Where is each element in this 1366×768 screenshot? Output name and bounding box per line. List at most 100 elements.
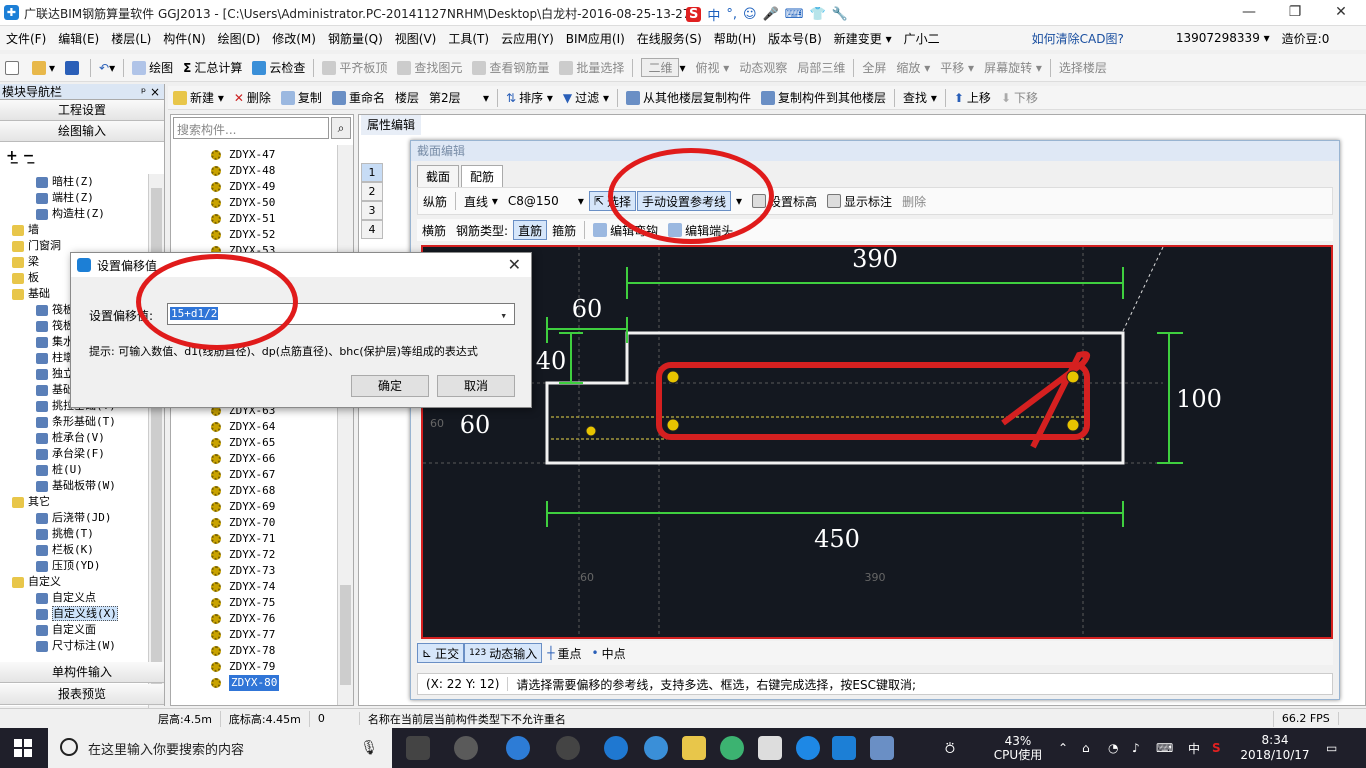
delete-component-button[interactable]: ✕ 删除	[229, 86, 276, 110]
report-preview-button[interactable]: 报表预览	[0, 684, 164, 705]
list-item[interactable]: ZDYX-64	[211, 419, 341, 435]
ime-item[interactable]: ⌨	[785, 7, 804, 22]
help-link[interactable]: 如何清除CAD图?	[1026, 30, 1130, 47]
close-button[interactable]: ✕	[1318, 0, 1364, 26]
ime-item[interactable]: 🎤	[763, 7, 779, 22]
volume-icon[interactable]: ♪	[1132, 728, 1140, 768]
single-component-button[interactable]: 单构件输入	[0, 662, 164, 683]
pan-button[interactable]: 平移 ▾	[935, 56, 979, 80]
save-button[interactable]	[60, 56, 87, 80]
tree-item[interactable]: 桩(U)	[0, 462, 148, 478]
local-3d-button[interactable]: 局部三维	[792, 56, 850, 80]
tree-item[interactable]: 后浇带(JD)	[0, 510, 148, 526]
list-item[interactable]: ZDYX-52	[211, 227, 341, 243]
filter-button[interactable]: ▼ 过滤 ▾	[558, 86, 614, 110]
list-item[interactable]: ZDYX-71	[211, 531, 341, 547]
find-element-button[interactable]: 查找图元	[392, 56, 467, 80]
open-button[interactable]: ▾	[27, 56, 60, 80]
file-explorer-icon[interactable]	[682, 736, 706, 760]
view-mode-select[interactable]: 二维 ▾	[636, 56, 690, 80]
ime-item[interactable]: °,	[726, 7, 737, 22]
list-item[interactable]: ZDYX-77	[211, 627, 341, 643]
menu-tools[interactable]: 工具(T)	[442, 30, 495, 47]
prop-row[interactable]: 2	[361, 182, 383, 201]
tree-item[interactable]: 自定义线(X)	[0, 606, 148, 622]
list-item[interactable]: ZDYX-69	[211, 499, 341, 515]
microphone-icon[interactable]: 🎙	[360, 740, 378, 756]
ime-item[interactable]: ☺	[743, 7, 757, 22]
draw-button[interactable]: 绘图	[127, 56, 178, 80]
select-floor-button[interactable]: 选择楼层	[1054, 56, 1112, 80]
project-settings-button[interactable]: 工程设置	[0, 100, 164, 121]
align-slab-button[interactable]: 平齐板顶	[317, 56, 392, 80]
list-item[interactable]: ZDYX-70	[211, 515, 341, 531]
fan-app-icon[interactable]	[454, 736, 478, 760]
expand-all-icon[interactable]: +̲ −̲	[6, 148, 34, 164]
move-up-button[interactable]: ⬆ 上移	[949, 86, 996, 110]
menu-cloud[interactable]: 云应用(Y)	[495, 30, 560, 47]
chevron-down-icon[interactable]: ▾	[499, 309, 508, 322]
search-icon[interactable]: ⌕	[331, 117, 351, 139]
straight-rebar-button[interactable]: 直筋	[513, 220, 548, 240]
sogou-icon[interactable]: S	[686, 6, 702, 22]
tree-item[interactable]: 暗柱(Z)	[0, 174, 148, 190]
tree-item[interactable]: 承台梁(F)	[0, 446, 148, 462]
batch-select-button[interactable]: 批量选择	[554, 56, 629, 80]
tree-item[interactable]: 条形基础(T)	[0, 414, 148, 430]
ok-button[interactable]: 确定	[351, 375, 429, 397]
list-item[interactable]: ZDYX-49	[211, 179, 341, 195]
app-icon[interactable]	[720, 736, 744, 760]
clock[interactable]: 8:34 2018/10/17	[1240, 728, 1310, 768]
list-item[interactable]: ZDYX-67	[211, 467, 341, 483]
tree-item[interactable]: 挑檐(T)	[0, 526, 148, 542]
tray-chevron-icon[interactable]: ⌃	[1058, 728, 1068, 768]
list-item[interactable]: ZDYX-75	[211, 595, 341, 611]
copy-component-button[interactable]: 复制	[276, 86, 327, 110]
drawing-input-button[interactable]: 绘图输入	[0, 121, 164, 142]
sort-button[interactable]: ⇅ 排序 ▾	[501, 86, 558, 110]
wifi-icon[interactable]: ◔	[1108, 728, 1118, 768]
tree-item[interactable]: 基础板带(W)	[0, 478, 148, 494]
minimize-button[interactable]: —	[1226, 0, 1272, 26]
list-item[interactable]: ZDYX-72	[211, 547, 341, 563]
copy-from-floor-button[interactable]: 从其他楼层复制构件	[621, 86, 756, 110]
rotate-button[interactable]: 屏幕旋转 ▾	[979, 56, 1047, 80]
snap-center-button[interactable]: • 中点	[587, 641, 631, 665]
ie-browser-icon[interactable]	[506, 736, 530, 760]
menu-guangxiaoer[interactable]: 广小二	[898, 30, 946, 47]
view-rebar-button[interactable]: 查看钢筋量	[467, 56, 554, 80]
taskbar-search-input[interactable]: 在这里输入你要搜索的内容 🎙	[48, 728, 392, 768]
menu-new-change[interactable]: 新建变更 ▾	[828, 30, 898, 47]
menu-component[interactable]: 构件(N)	[157, 30, 211, 47]
list-item[interactable]: ZDYX-73	[211, 563, 341, 579]
menu-draw[interactable]: 绘图(D)	[212, 30, 267, 47]
ie-icon[interactable]	[644, 736, 668, 760]
dialog-close-icon[interactable]: ✕	[508, 255, 521, 274]
tree-item[interactable]: 自定义点	[0, 590, 148, 606]
cancel-button[interactable]: 取消	[437, 375, 515, 397]
ime-item[interactable]: 中	[707, 5, 720, 24]
ime-toolbar[interactable]: S 中 °, ☺ 🎤 ⌨ 👕 🔧	[686, 4, 886, 24]
list-item[interactable]: ZDYX-78	[211, 643, 341, 659]
list-item[interactable]: ZDYX-65	[211, 435, 341, 451]
section-canvas[interactable]: 390 60 40 60 60 100 450 60 390	[421, 245, 1333, 639]
calc-button[interactable]: Σ 汇总计算	[178, 56, 247, 80]
floor-select[interactable]: 第2层 ▾	[424, 86, 494, 110]
notification-icon[interactable]: ▭	[1326, 728, 1337, 768]
list-item[interactable]: ZDYX-51	[211, 211, 341, 227]
list-item[interactable]: ZDYX-80	[211, 675, 341, 691]
menu-file[interactable]: 文件(F)	[0, 30, 52, 47]
tree-item[interactable]: 自定义面	[0, 622, 148, 638]
ortho-toggle[interactable]: ⊾ 正交	[417, 643, 465, 663]
find-button[interactable]: 查找 ▾	[898, 86, 942, 110]
user-phone[interactable]: 13907298339 ▾	[1170, 31, 1276, 45]
top-view-button[interactable]: 俯视 ▾	[690, 56, 734, 80]
line-type-select[interactable]: 直线 ▾	[459, 189, 503, 213]
tree-item[interactable]: 墙	[0, 222, 148, 238]
prop-row[interactable]: 3	[361, 201, 383, 220]
menu-bim[interactable]: BIM应用(I)	[560, 30, 631, 47]
search-input[interactable]: 搜索构件...	[173, 117, 329, 139]
tree-item[interactable]: 压顶(YD)	[0, 558, 148, 574]
tab-reinforcement[interactable]: 配筋	[461, 165, 504, 188]
list-item[interactable]: ZDYX-79	[211, 659, 341, 675]
